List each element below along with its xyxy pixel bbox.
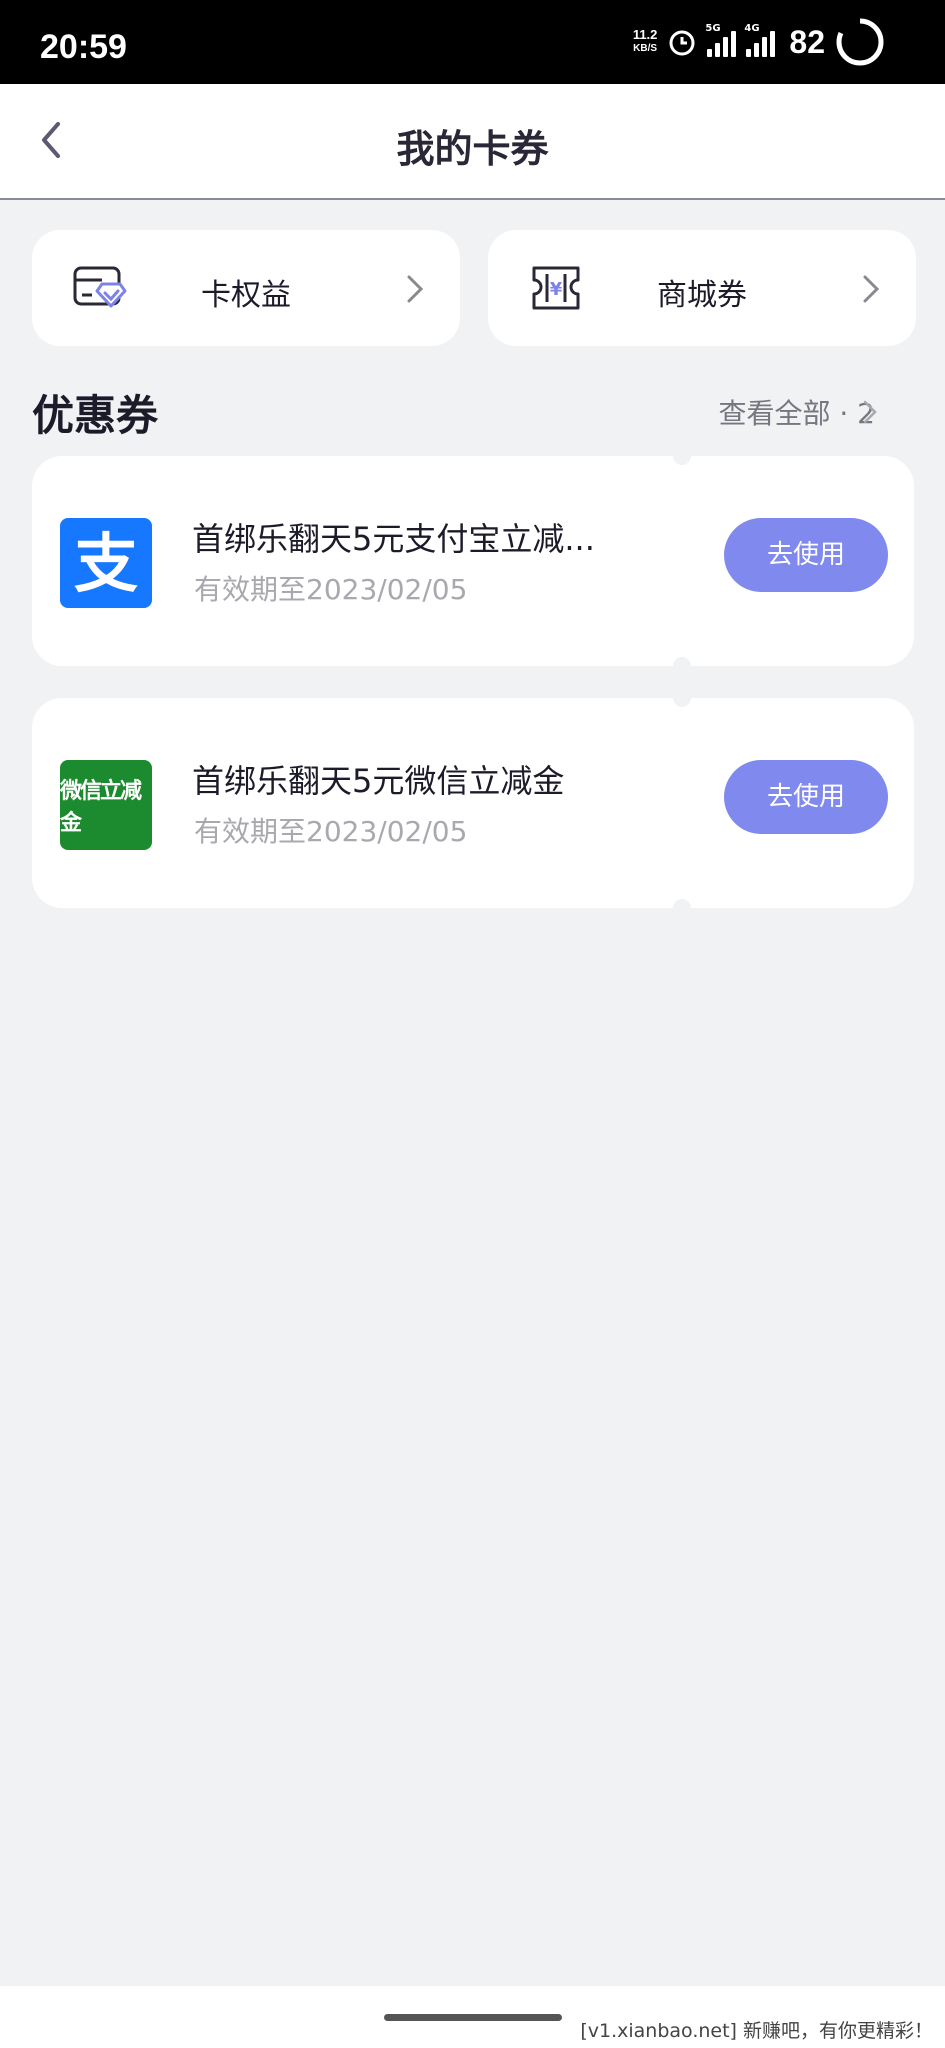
alipay-icon: 支 — [74, 528, 138, 602]
coupons-section-title: 优惠券 — [32, 391, 159, 440]
chevron-right-icon — [863, 275, 880, 303]
signal-5g-icon: 5G — [705, 23, 737, 57]
bottom-bar: [v1.xianbao.net] 新赚吧，有你更精彩！ — [0, 1986, 945, 2048]
chevron-right-icon[interactable] — [863, 400, 877, 424]
coupon-title: 首绑乐翻天5元微信立减金 — [192, 762, 565, 800]
svg-text:支: 支 — [74, 528, 138, 602]
wechat-logo: 微信立减金 — [60, 760, 152, 850]
watermark: [v1.xianbao.net] 新赚吧，有你更精彩！ — [580, 2020, 933, 2042]
ticket-notch — [673, 899, 691, 917]
network-speed-unit: KB/S — [633, 43, 658, 54]
chevron-right-icon — [407, 275, 424, 303]
signal-5g-tag: 5G — [705, 23, 721, 34]
ticket-notch — [673, 447, 691, 465]
alarm-icon — [669, 30, 695, 56]
coupon-expiry: 有效期至2023/02/05 — [194, 573, 468, 606]
card-benefits-label: 卡权益 — [201, 278, 291, 313]
coupon-card: 微信立减金 首绑乐翻天5元微信立减金 有效期至2023/02/05 去使用 — [32, 689, 914, 917]
ticket-notch — [673, 657, 691, 675]
use-coupon-button[interactable]: 去使用 — [724, 518, 888, 592]
status-icons: 11.2 KB/S 5G 4G 82 — [633, 18, 885, 66]
network-speed: 11.2 KB/S — [633, 28, 658, 56]
use-coupon-button[interactable]: 去使用 — [724, 760, 888, 834]
mall-coupon-label: 商城券 — [657, 278, 747, 313]
home-indicator[interactable] — [384, 2014, 562, 2021]
view-all-link[interactable]: 查看全部 · 2 — [718, 392, 875, 432]
status-bar: 20:59 11.2 KB/S 5G 4G 82 — [0, 0, 945, 84]
alipay-logo: 支 — [60, 518, 152, 608]
coupon-expiry: 有效期至2023/02/05 — [194, 815, 468, 848]
page-title: 我的卡券 — [396, 127, 549, 171]
card-benefits-entry[interactable]: 卡权益 — [32, 230, 460, 346]
mall-coupon-entry[interactable]: ¥ 商城券 — [488, 230, 916, 346]
signal-4g-tag: 4G — [744, 23, 760, 34]
coupon-title: 首绑乐翻天5元支付宝立减... — [192, 520, 595, 558]
network-speed-value: 11.2 — [632, 27, 658, 42]
navigation-bar: 我的卡券 — [0, 84, 945, 200]
ticket-notch — [673, 689, 691, 707]
signal-4g-icon: 4G — [744, 23, 776, 57]
battery-ring-icon — [836, 18, 884, 66]
coupon-card: 支 首绑乐翻天5元支付宝立减... 有效期至2023/02/05 去使用 — [32, 447, 914, 675]
status-time: 20:59 — [40, 28, 127, 66]
battery-level: 82 — [789, 23, 825, 60]
